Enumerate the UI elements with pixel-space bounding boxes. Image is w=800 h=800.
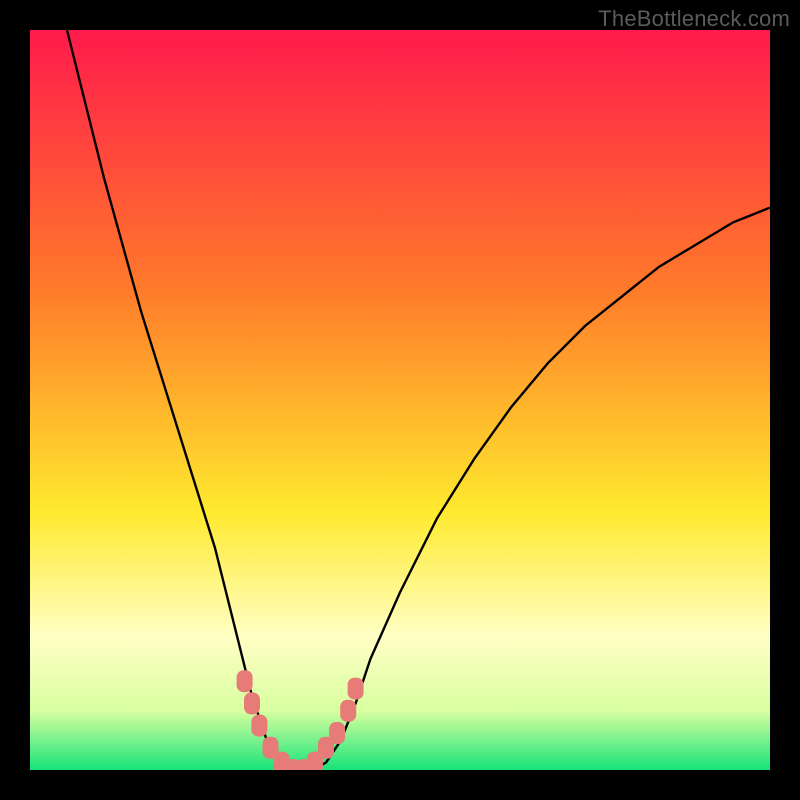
gradient-background [30, 30, 770, 770]
curve-marker [251, 715, 267, 737]
chart-frame: TheBottleneck.com [0, 0, 800, 800]
curve-marker [340, 700, 356, 722]
curve-marker [348, 678, 364, 700]
curve-marker [237, 670, 253, 692]
curve-marker [329, 722, 345, 744]
attribution-label: TheBottleneck.com [598, 6, 790, 32]
bottleneck-chart [30, 30, 770, 770]
curve-marker [244, 692, 260, 714]
plot-area [30, 30, 770, 770]
